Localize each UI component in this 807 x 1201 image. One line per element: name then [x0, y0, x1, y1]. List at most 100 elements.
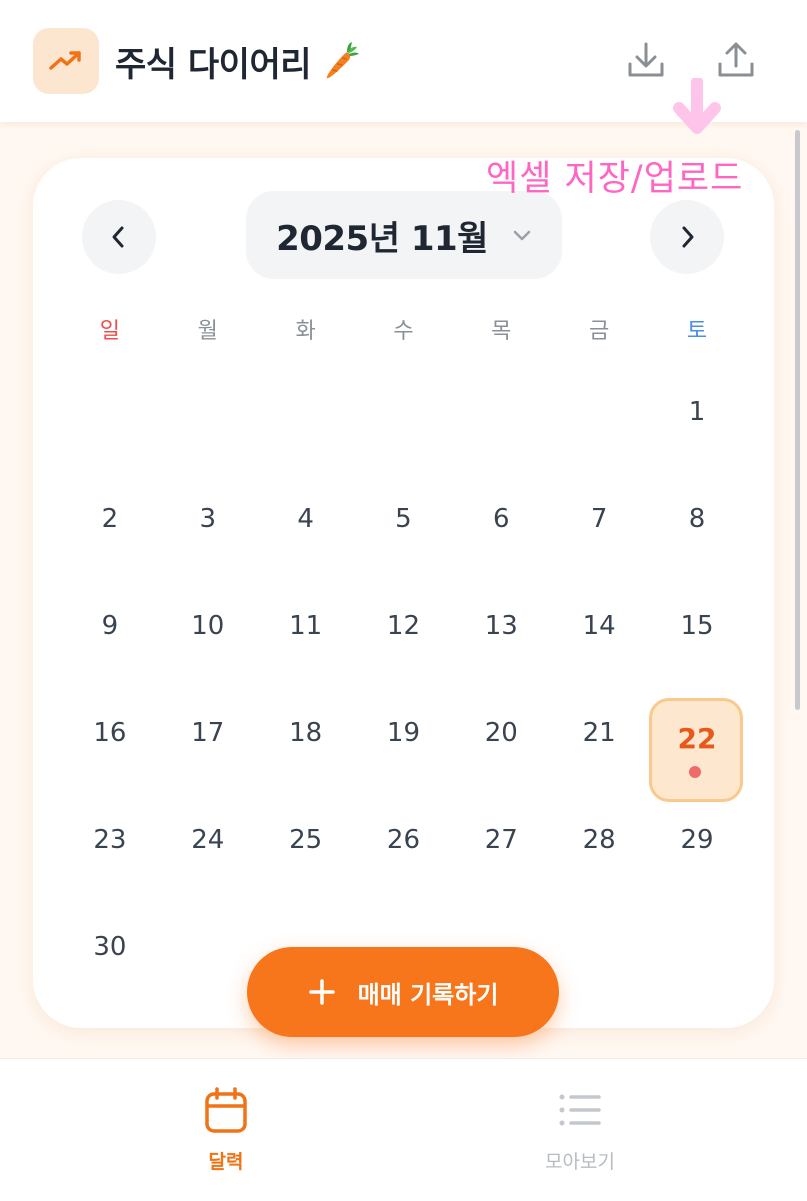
calendar-day-cell[interactable]: 27: [452, 786, 550, 893]
annotation-arrow-icon: [673, 78, 721, 134]
calendar-day-cell[interactable]: 24: [159, 786, 257, 893]
weekday-label: 월: [197, 319, 218, 344]
calendar-day-number: 18: [289, 717, 323, 748]
calendar-day-cell[interactable]: 11: [257, 572, 355, 679]
calendar-day-cell[interactable]: 2: [61, 465, 159, 572]
calendar-day-cell[interactable]: 16: [61, 679, 159, 786]
calendar-day-number: 11: [289, 610, 323, 641]
scrollbar[interactable]: [795, 130, 800, 710]
calendar-day-number: 16: [93, 717, 127, 748]
calendar-day-cell[interactable]: 28: [550, 786, 648, 893]
download-button[interactable]: [626, 40, 666, 80]
calendar-day-cell[interactable]: 19: [355, 679, 453, 786]
calendar-day-cell[interactable]: 12: [355, 572, 453, 679]
calendar-day-number: 2: [101, 503, 119, 534]
add-trade-button[interactable]: 매매 기록하기: [247, 947, 559, 1037]
calendar-day-number: 15: [680, 610, 714, 641]
weekday-label: 수: [393, 319, 414, 344]
tab-calendar[interactable]: 달력: [156, 1085, 296, 1174]
calendar-empty-cell: [355, 358, 453, 465]
weekday-label: 일: [99, 319, 121, 344]
add-trade-label: 매매 기록하기: [357, 980, 499, 1009]
calendar-empty-cell: [550, 893, 648, 1000]
plus-icon: [308, 979, 335, 1005]
calendar-day-number: 25: [289, 824, 323, 855]
calendar-day-number: 24: [191, 824, 225, 855]
calendar-day-number: 10: [191, 610, 225, 641]
upload-button[interactable]: [716, 40, 756, 80]
calendar-day-number: 19: [386, 717, 420, 748]
calendar-icon: [205, 1087, 247, 1133]
calendar-day-number: 23: [93, 824, 127, 855]
calendar-day-cell[interactable]: 1: [648, 358, 746, 465]
calendar-day-cell[interactable]: 5: [355, 465, 453, 572]
calendar-day-cell[interactable]: 26: [355, 786, 453, 893]
trending-up-icon: [49, 51, 81, 70]
app-title: 주식 다이어리: [115, 38, 361, 85]
calendar-empty-cell: [61, 358, 159, 465]
calendar-day-cell[interactable]: 18: [257, 679, 355, 786]
calendar-day-number: 17: [191, 717, 225, 748]
calendar-day-number: 20: [484, 717, 518, 748]
calendar-day-number: 14: [582, 610, 616, 641]
calendar-day-cell[interactable]: 29: [648, 786, 746, 893]
calendar-day-cell[interactable]: 13: [452, 572, 550, 679]
weekday-label: 목: [491, 319, 512, 344]
calendar-day-cell[interactable]: 6: [452, 465, 550, 572]
calendar-week-row: 16 17 18 19 20 21 22: [61, 679, 746, 802]
app-title-text: 주식 다이어리: [115, 44, 312, 85]
chevron-left-icon: [112, 226, 124, 248]
calendar-day-number: 26: [386, 824, 420, 855]
calendar-day-cell[interactable]: 7: [550, 465, 648, 572]
calendar-day-number: 28: [582, 824, 616, 855]
calendar-day-cell[interactable]: 17: [159, 679, 257, 786]
calendar-day-number: 8: [688, 503, 706, 534]
calendar-day-number: 27: [484, 824, 518, 855]
calendar-day-number: 5: [395, 503, 412, 534]
entry-dot-indicator: [689, 766, 702, 778]
calendar-grid: 1 2 3 4 5 6 7 8 9 10 11 12 13 14 15 16 17 18 19 20 21 22 23 24 2…: [61, 358, 746, 1000]
next-month-button[interactable]: [650, 200, 724, 274]
calendar-day-cell[interactable]: 10: [159, 572, 257, 679]
download-icon: [628, 42, 664, 77]
calendar-empty-cell: [159, 893, 257, 1000]
calendar-day-cell[interactable]: 14: [550, 572, 648, 679]
calendar-empty-cell: [452, 358, 550, 465]
weekday-label: 토: [686, 319, 708, 344]
calendar-week-row: 1: [61, 358, 746, 465]
calendar-day-number: 29: [680, 824, 714, 855]
carrot-icon: [321, 40, 361, 82]
calendar-day-number: 4: [297, 503, 314, 534]
calendar-day-cell[interactable]: 23: [61, 786, 159, 893]
calendar-day-number: 6: [493, 503, 510, 534]
calendar-empty-cell: [257, 358, 355, 465]
tab-calendar-label: 달력: [208, 1151, 244, 1173]
calendar-day-number: 3: [199, 503, 217, 534]
calendar-day-cell[interactable]: 25: [257, 786, 355, 893]
month-label: 2025년 11월: [276, 218, 488, 259]
calendar-card: 2025년 11월 일 월 화 수 목 금 토 1 2 3 4 5 6 7 8 9 10 11 12 1…: [33, 158, 774, 1028]
calendar-empty-cell: [159, 358, 257, 465]
calendar-day-cell[interactable]: 3: [159, 465, 257, 572]
calendar-day-number: 13: [484, 610, 518, 641]
list-icon: [559, 1094, 601, 1126]
calendar-day-cell[interactable]: 9: [61, 572, 159, 679]
chevron-right-icon: [682, 226, 694, 248]
app-logo: [33, 28, 99, 94]
tab-collect[interactable]: 모아보기: [510, 1085, 650, 1174]
month-selector[interactable]: 2025년 11월: [246, 191, 562, 279]
calendar-day-cell[interactable]: 15: [648, 572, 746, 679]
weekday-label: 금: [589, 319, 610, 344]
calendar-day-cell[interactable]: 20: [452, 679, 550, 786]
calendar-day-cell[interactable]: 8: [648, 465, 746, 572]
bottom-nav: 달력 모아보기: [0, 1058, 807, 1201]
calendar-day-number: 22: [677, 722, 717, 755]
calendar-day-cell[interactable]: 4: [257, 465, 355, 572]
annotation-text: 엑셀 저장/업로드: [486, 159, 744, 199]
calendar-day-cell[interactable]: 30: [61, 893, 159, 1000]
calendar-day-cell[interactable]: 22: [648, 679, 746, 802]
prev-month-button[interactable]: [82, 200, 156, 274]
weekday-label: 화: [295, 319, 316, 344]
calendar-week-row: 23 24 25 26 27 28 29: [61, 786, 746, 893]
calendar-day-cell[interactable]: 21: [550, 679, 648, 786]
